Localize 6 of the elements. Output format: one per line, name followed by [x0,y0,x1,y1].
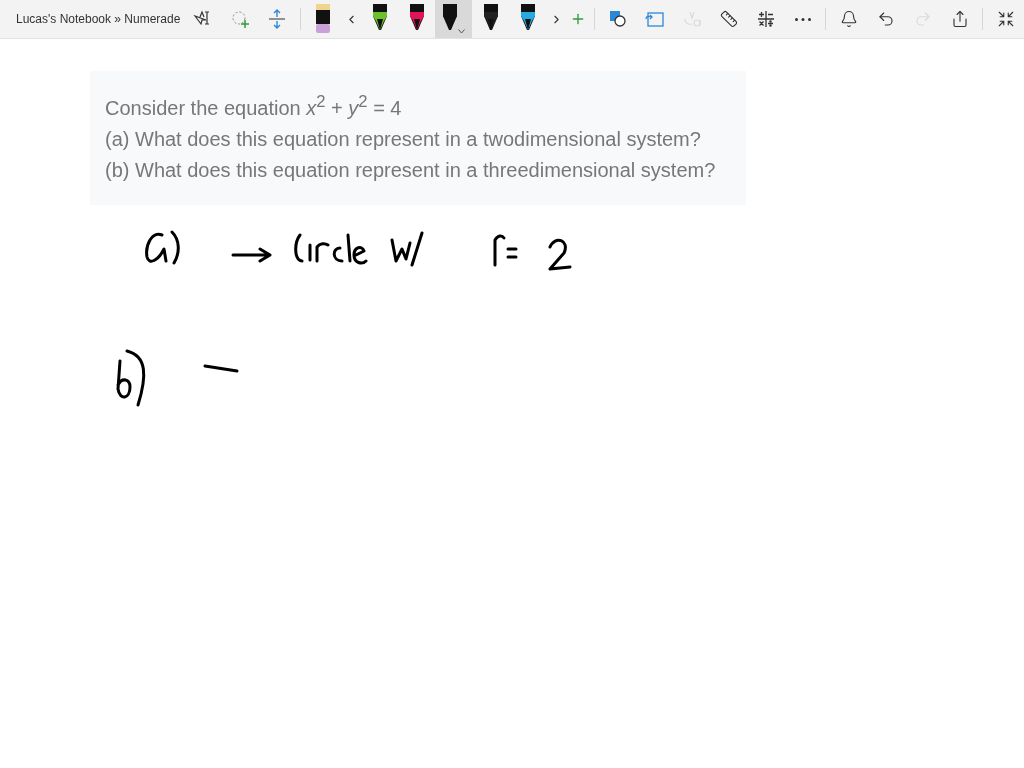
caret-icon [458,28,466,34]
pen-button[interactable] [435,0,473,38]
question-text: (b) What does this equation represent in a threedimensional system? [105,157,717,183]
question-text: (a) What does this equation represent in a twodimensional system? [105,126,702,152]
window-title: Lucas's Notebook » Numerade [16,12,182,26]
question-text: Consider the equation x$^{2}$ + y$^{2}$ = 4 [105,91,403,121]
